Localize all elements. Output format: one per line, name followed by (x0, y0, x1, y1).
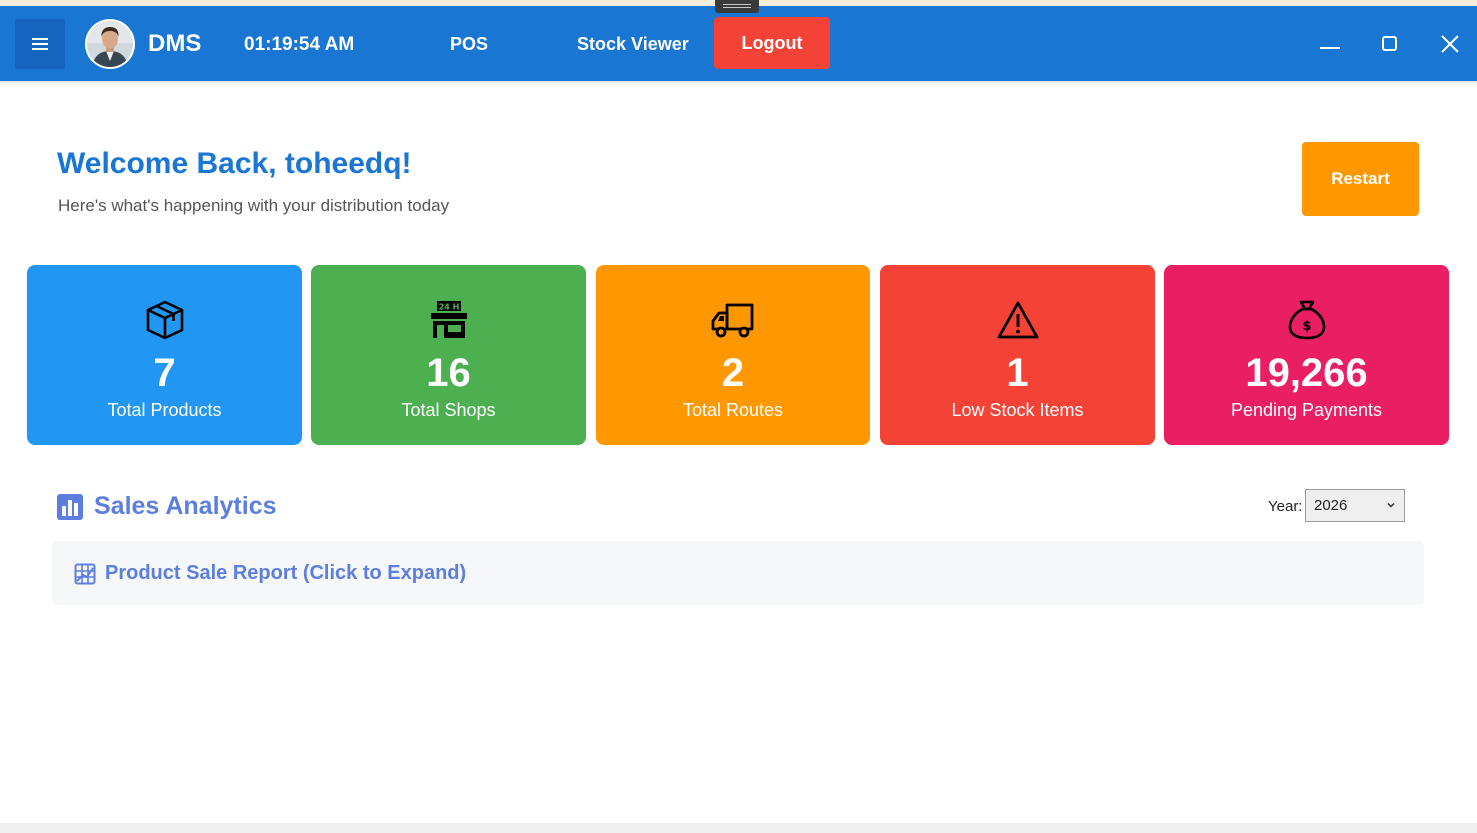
stat-card-low-stock[interactable]: 1 Low Stock Items (880, 265, 1155, 445)
avatar[interactable] (85, 19, 135, 69)
stat-value: 2 (721, 351, 745, 395)
warning-icon (880, 299, 1155, 341)
stat-value: 1 (1006, 351, 1029, 395)
app-name: DMS (148, 30, 202, 57)
report-title: Product Sale Report (Click to Expand) (105, 562, 467, 584)
year-select[interactable]: 2026 (1305, 489, 1405, 522)
grid-chart-icon (74, 563, 96, 585)
drag-handle[interactable] (715, 0, 759, 13)
user-avatar-icon (87, 21, 133, 67)
menu-button[interactable] (15, 19, 65, 69)
nav-stock-viewer[interactable]: Stock Viewer (577, 34, 689, 55)
maximize-button[interactable] (1376, 30, 1404, 58)
close-icon (1441, 35, 1459, 53)
bar-chart-icon (56, 493, 84, 521)
stat-value: 16 (426, 351, 471, 395)
header-shadow (0, 81, 1477, 87)
section-title: Sales Analytics (94, 492, 277, 520)
stat-label: Total Shops (401, 400, 496, 420)
stat-card-shops[interactable]: 24 H 16 Total Shops (311, 265, 586, 445)
stat-card-products[interactable]: 7 Total Products (27, 265, 302, 445)
money-bag-icon: $ (1164, 299, 1449, 341)
window-bottom-edge (0, 823, 1477, 833)
stat-label: Pending Payments (1230, 400, 1383, 420)
stat-value: 7 (153, 351, 176, 395)
dms-window: DMS 01:19:54 AM POS Stock Viewer Logout … (0, 0, 1477, 833)
stat-label: Low Stock Items (951, 400, 1084, 420)
year-label: Year: (1268, 498, 1303, 515)
product-sale-report-expander[interactable]: Product Sale Report (Click to Expand) (52, 541, 1424, 605)
svg-text:24 H: 24 H (438, 303, 459, 312)
minimize-icon (1320, 47, 1340, 49)
nav-pos[interactable]: POS (450, 34, 488, 55)
svg-text:$: $ (1302, 319, 1311, 334)
stat-card-routes[interactable]: 2 Total Routes (596, 265, 870, 445)
box-icon (27, 299, 302, 341)
welcome-title: Welcome Back, toheedq! (57, 147, 412, 180)
welcome-subtitle: Here's what's happening with your distri… (58, 196, 450, 215)
header-bar: DMS 01:19:54 AM POS Stock Viewer Logout (0, 6, 1477, 81)
stat-label: Total Routes (682, 400, 784, 420)
year-select-value: 2026 (1314, 497, 1348, 514)
store-24h-icon: 24 H (311, 299, 586, 341)
truck-icon (596, 299, 870, 341)
logout-button[interactable]: Logout (714, 17, 830, 69)
stat-label: Total Products (107, 400, 222, 420)
restart-button[interactable]: Restart (1302, 142, 1419, 216)
stat-card-pending-payments[interactable]: $ 19,266 Pending Payments (1164, 265, 1449, 445)
chevron-down-icon (1387, 502, 1395, 508)
stat-value: 19,266 (1245, 351, 1368, 395)
close-button[interactable] (1436, 30, 1464, 58)
maximize-icon (1382, 36, 1397, 51)
hamburger-icon (32, 38, 48, 50)
clock: 01:19:54 AM (244, 34, 355, 55)
minimize-button[interactable] (1316, 30, 1344, 58)
